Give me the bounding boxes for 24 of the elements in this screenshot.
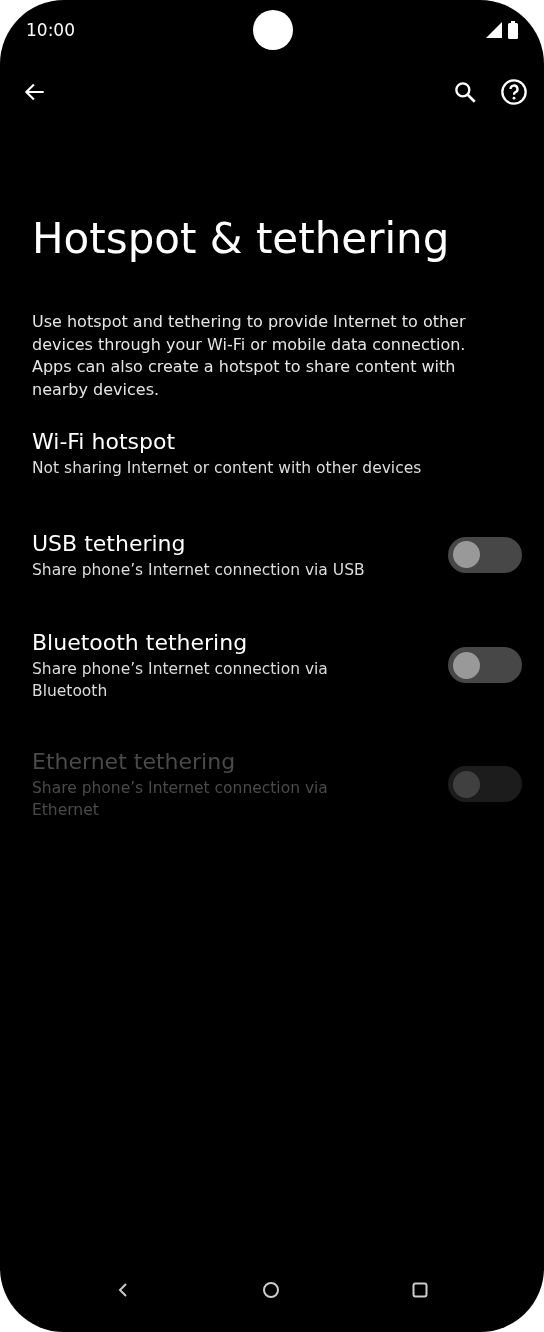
setting-summary: Share phone’s Internet connection via Bluetooth [32, 658, 329, 703]
description-text: Use hotspot and tethering to provide Internet to other devices through your Wi-Fi or mobile data connection. Apps can also create a hotspot to share content with nearby devices. [32, 311, 467, 402]
camera-hole-icon [253, 10, 293, 50]
setting-summary: Share phone’s Internet connection via Ethernet [32, 777, 329, 822]
battery-icon [508, 21, 518, 39]
setting-title: Wi-Fi hotspot [32, 427, 177, 456]
setting-summary: Not sharing Internet or content with other devices [32, 457, 423, 479]
help-icon [500, 78, 528, 106]
search-icon [452, 79, 478, 105]
setting-item[interactable]: Bluetooth tethering Share phone’s Internet connection via Bluetooth [0, 605, 544, 725]
setting-title: Ethernet tethering [32, 747, 237, 776]
page-title: Hotspot & tethering [32, 213, 451, 265]
setting-summary: Share phone’s Internet connection via USB [32, 559, 366, 581]
setting-title: Bluetooth tethering [32, 628, 249, 657]
nav-recents-icon[interactable] [412, 1282, 428, 1298]
setting-title: USB tethering [32, 529, 187, 558]
signal-icon [486, 22, 502, 38]
toggle-switch[interactable] [448, 536, 522, 573]
setting-item[interactable]: USB tethering Share phone’s Internet connection via USB [0, 503, 544, 606]
setting-item[interactable]: Wi-Fi hotspot Not sharing Internet or content with other devices [0, 401, 544, 504]
toggle-switch[interactable] [448, 647, 522, 684]
status-time: 10:00 [26, 20, 76, 40]
nav-back-icon[interactable] [116, 1282, 130, 1298]
nav-home-icon[interactable] [262, 1281, 280, 1299]
